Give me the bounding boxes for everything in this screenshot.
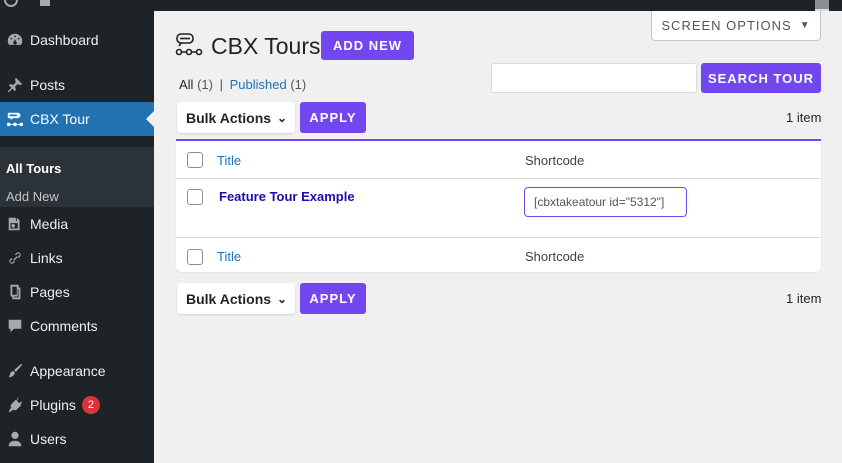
table-header-row: Title Shortcode — [176, 141, 821, 178]
tour-icon — [4, 110, 26, 128]
avatar[interactable] — [815, 0, 829, 11]
column-title-header[interactable]: Title — [217, 153, 241, 168]
pin-icon — [4, 76, 26, 94]
bulk-actions-label: Bulk Actions — [186, 290, 272, 307]
sidebar-item-posts[interactable]: Posts — [0, 68, 154, 102]
sidebar-item-label: Media — [30, 216, 69, 232]
sidebar-item-links[interactable]: Links — [0, 241, 154, 275]
sidebar-item-label: Dashboard — [30, 32, 99, 48]
pages-icon — [4, 283, 26, 301]
column-shortcode-footer: Shortcode — [525, 249, 585, 264]
sidebar-item-label: Users — [30, 431, 67, 447]
sidebar-item-label: Appearance — [30, 363, 106, 379]
page-heading: CBX Tours — [175, 32, 321, 61]
sidebar-item-cbx-tour[interactable]: CBX Tour — [0, 102, 154, 136]
plug-icon — [4, 396, 26, 414]
caret-down-icon: ▼ — [799, 20, 811, 31]
screen-options-button[interactable]: SCREEN OPTIONS ▼ — [651, 11, 821, 41]
chevron-down-icon: ⌄ — [277, 291, 288, 306]
view-separator: | — [219, 77, 223, 92]
cbx-tour-submenu: All Tours Add New — [0, 147, 154, 207]
sidebar-item-label: Posts — [30, 77, 66, 93]
sidebar-item-label: Plugins — [30, 397, 76, 413]
screen-options-label: SCREEN OPTIONS — [661, 18, 792, 33]
view-published-link[interactable]: Published — [230, 77, 287, 92]
status-filter-links: All (1) | Published (1) — [179, 77, 306, 92]
view-all-link[interactable]: All — [179, 77, 193, 92]
sidebar-item-appearance[interactable]: Appearance — [0, 354, 154, 388]
admin-bar — [0, 0, 842, 11]
sidebar-item-media[interactable]: Media — [0, 207, 154, 241]
sidebar-item-label: Links — [30, 250, 63, 266]
sidebar-item-comments[interactable]: Comments — [0, 309, 154, 343]
table-row: Feature Tour Example [cbxtakeatour id="5… — [176, 179, 821, 237]
brush-icon — [4, 362, 26, 380]
item-count-bottom: 1 item — [786, 291, 822, 306]
page-title: CBX Tours — [211, 33, 321, 59]
tour-logo-icon — [175, 32, 205, 61]
column-title-footer[interactable]: Title — [217, 249, 241, 264]
add-new-button[interactable]: ADD NEW — [321, 31, 414, 60]
chevron-down-icon: ⌄ — [277, 110, 288, 125]
wordpress-logo-icon[interactable] — [4, 0, 18, 7]
sidebar-item-plugins[interactable]: Plugins 2 — [0, 388, 154, 422]
link-icon — [4, 249, 26, 267]
tours-table: Title Shortcode Feature Tour Example [cb… — [176, 139, 821, 272]
sidebar-item-label: Pages — [30, 284, 70, 300]
table-footer-row: Title Shortcode — [176, 238, 821, 272]
sidebar-item-label: Comments — [30, 318, 98, 334]
sidebar-item-dashboard[interactable]: Dashboard — [0, 23, 154, 57]
sidebar-item-users[interactable]: Users — [0, 422, 154, 456]
dashboard-icon — [4, 31, 26, 49]
bulk-actions-select-top[interactable]: Bulk Actions ⌄ — [177, 102, 295, 133]
view-published-count: (1) — [290, 77, 307, 92]
apply-button-bottom[interactable]: APPLY — [300, 283, 366, 314]
user-icon — [4, 430, 26, 448]
comment-icon — [4, 317, 26, 335]
view-all-count: (1) — [197, 77, 213, 92]
tour-title-link[interactable]: Feature Tour Example — [219, 189, 355, 204]
home-icon[interactable] — [40, 0, 50, 6]
bulk-actions-select-bottom[interactable]: Bulk Actions ⌄ — [177, 283, 295, 314]
apply-button-top[interactable]: APPLY — [300, 102, 366, 133]
submenu-all-tours[interactable]: All Tours — [6, 161, 61, 176]
shortcode-field[interactable]: [cbxtakeatour id="5312"] — [524, 187, 687, 217]
media-icon — [4, 215, 26, 233]
plugins-update-badge: 2 — [81, 396, 100, 414]
row-checkbox[interactable] — [187, 189, 203, 205]
select-all-checkbox[interactable] — [187, 152, 203, 168]
submenu-add-new[interactable]: Add New — [6, 189, 59, 204]
sidebar-item-pages[interactable]: Pages — [0, 275, 154, 309]
bulk-actions-label: Bulk Actions — [186, 109, 272, 126]
column-shortcode-header: Shortcode — [525, 153, 585, 168]
item-count-top: 1 item — [786, 110, 822, 125]
admin-sidebar: Dashboard Posts CBX Tour All Tours Add N… — [0, 11, 154, 463]
search-input[interactable] — [491, 63, 697, 93]
select-all-checkbox-footer[interactable] — [187, 249, 203, 265]
sidebar-item-label: CBX Tour — [30, 111, 90, 127]
search-tour-button[interactable]: SEARCH TOUR — [701, 63, 821, 93]
